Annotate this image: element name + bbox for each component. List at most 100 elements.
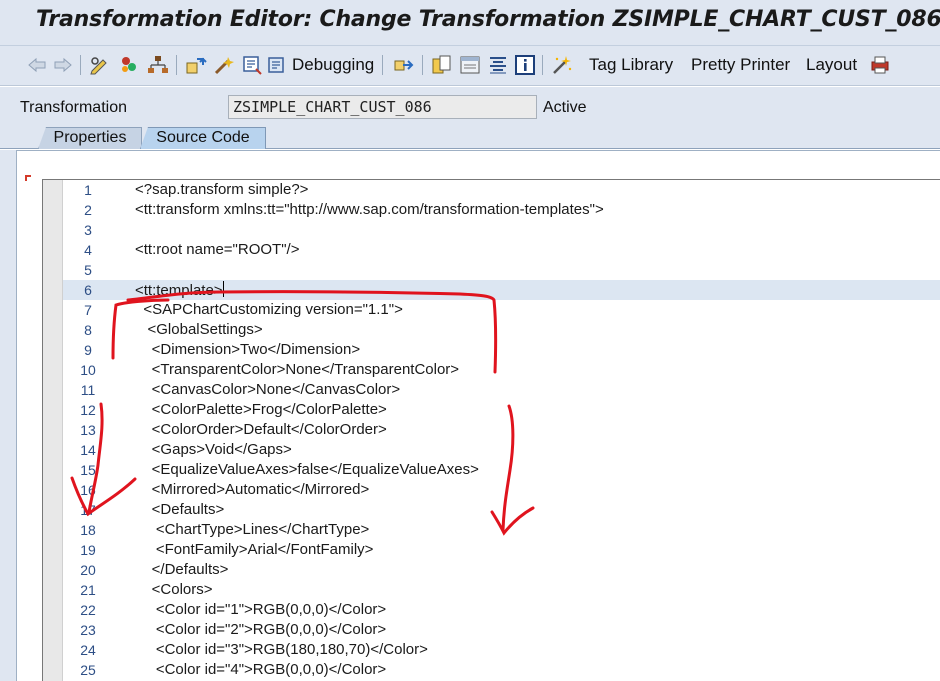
line-number: 9 xyxy=(84,342,92,358)
debugging-icon[interactable] xyxy=(266,53,288,77)
window-title: Transformation Editor: Change Transforma… xyxy=(36,7,940,32)
code-line[interactable]: 25 <Color id="4">RGB(0,0,0)</Color> xyxy=(63,660,940,680)
code-text[interactable]: <Defaults> xyxy=(135,501,225,518)
editor-frame: 1 <?sap.transform simple?> 2 <tt:transform … xyxy=(16,150,940,681)
copy-icon[interactable] xyxy=(430,53,454,77)
code-text[interactable]: <tt:root name="ROOT"/> xyxy=(135,241,299,258)
line-number: 1 xyxy=(84,182,92,198)
code-text[interactable]: <ChartType>Lines</ChartType> xyxy=(135,521,369,538)
code-line[interactable]: 21 <Colors> xyxy=(63,580,940,600)
line-number: 13 xyxy=(80,422,96,438)
check-icon[interactable] xyxy=(212,53,236,77)
display-change-icon[interactable] xyxy=(88,53,112,77)
code-line[interactable]: 19 <FontFamily>Arial</FontFamily> xyxy=(63,540,940,560)
code-line[interactable]: 14 <Gaps>Void</Gaps> xyxy=(63,440,940,460)
code-line[interactable]: 11 <CanvasColor>None</CanvasColor> xyxy=(63,380,940,400)
line-number: 10 xyxy=(80,362,96,378)
activate-icon[interactable] xyxy=(117,53,141,77)
code-text[interactable]: <tt:template> xyxy=(135,281,224,299)
code-line[interactable]: 18 <ChartType>Lines</ChartType> xyxy=(63,520,940,540)
line-number: 15 xyxy=(80,462,96,478)
toolbar-separator xyxy=(382,55,383,75)
code-line[interactable]: 12 <ColorPalette>Frog</ColorPalette> xyxy=(63,400,940,420)
attribute-row: Transformation ZSIMPLE_CHART_CUST_086 Ac… xyxy=(0,87,940,127)
code-text[interactable]: <GlobalSettings> xyxy=(135,321,263,338)
code-line[interactable]: 5 xyxy=(63,260,940,280)
line-number: 3 xyxy=(84,222,92,238)
code-line[interactable]: 6 <tt:template> xyxy=(63,280,940,300)
code-lines: 1 <?sap.transform simple?> 2 <tt:transform … xyxy=(63,180,940,680)
code-text[interactable]: <TransparentColor>None</TransparentColor… xyxy=(135,361,459,378)
line-number: 22 xyxy=(80,602,96,618)
code-text[interactable]: <ColorPalette>Frog</ColorPalette> xyxy=(135,401,387,418)
forward-icon[interactable] xyxy=(52,53,74,77)
code-line[interactable]: 8 <GlobalSettings> xyxy=(63,320,940,340)
code-text[interactable]: </Defaults> xyxy=(135,561,229,578)
code-text[interactable]: <ColorOrder>Default</ColorOrder> xyxy=(135,421,387,438)
code-text[interactable]: <Dimension>Two</Dimension> xyxy=(135,341,360,358)
tab-source-code[interactable]: Source Code xyxy=(140,127,266,149)
code-text[interactable]: <Color id="2">RGB(0,0,0)</Color> xyxy=(135,621,386,638)
code-text[interactable]: <FontFamily>Arial</FontFamily> xyxy=(135,541,374,558)
code-line[interactable]: 15 <EqualizeValueAxes>false</EqualizeVal… xyxy=(63,460,940,480)
transformation-label: Transformation xyxy=(20,99,127,116)
code-text[interactable]: <Color id="3">RGB(180,180,70)</Color> xyxy=(135,641,428,658)
wizard-icon[interactable] xyxy=(550,53,574,77)
line-number: 19 xyxy=(80,542,96,558)
align-icon[interactable] xyxy=(486,53,510,77)
pattern-icon[interactable] xyxy=(458,53,482,77)
code-line[interactable]: 7 <SAPChartCustomizing version="1.1"> xyxy=(63,300,940,320)
code-text[interactable]: <Color id="1">RGB(0,0,0)</Color> xyxy=(135,601,386,618)
work-area: 1 <?sap.transform simple?> 2 <tt:transform … xyxy=(0,150,940,681)
line-number: 17 xyxy=(80,502,96,518)
resize-corner-marker xyxy=(25,175,31,181)
line-number: 12 xyxy=(80,402,96,418)
code-line[interactable]: 22 <Color id="1">RGB(0,0,0)</Color> xyxy=(63,600,940,620)
where-used-icon[interactable] xyxy=(184,53,208,77)
line-number: 23 xyxy=(80,622,96,638)
code-line[interactable]: 2 <tt:transform xmlns:tt="http://www.sap.… xyxy=(63,200,940,220)
code-line[interactable]: 10 <TransparentColor>None</TransparentCo… xyxy=(63,360,940,380)
print-icon[interactable] xyxy=(868,53,892,77)
info-icon[interactable] xyxy=(514,53,536,77)
code-line[interactable]: 1 <?sap.transform simple?> xyxy=(63,180,940,200)
code-line[interactable]: 4 <tt:root name="ROOT"/> xyxy=(63,240,940,260)
code-text[interactable]: <tt:transform xmlns:tt="http://www.sap.c… xyxy=(135,201,604,218)
code-line[interactable]: 23 <Color id="2">RGB(0,0,0)</Color> xyxy=(63,620,940,640)
code-line[interactable]: 9 <Dimension>Two</Dimension> xyxy=(63,340,940,360)
line-number: 7 xyxy=(84,302,92,318)
code-line[interactable]: 24 <Color id="3">RGB(180,180,70)</Color> xyxy=(63,640,940,660)
object-list-icon[interactable] xyxy=(146,53,170,77)
toolbar-separator xyxy=(542,55,543,75)
test-icon[interactable] xyxy=(240,53,264,77)
pretty-printer-button[interactable]: Pretty Printer xyxy=(691,55,790,75)
code-text[interactable]: <Colors> xyxy=(135,581,213,598)
navigate-icon[interactable] xyxy=(392,53,416,77)
transformation-name-field[interactable]: ZSIMPLE_CHART_CUST_086 xyxy=(228,95,537,119)
code-line[interactable]: 17 <Defaults> xyxy=(63,500,940,520)
code-text[interactable]: <SAPChartCustomizing version="1.1"> xyxy=(135,301,403,318)
code-text[interactable]: <Gaps>Void</Gaps> xyxy=(135,441,292,458)
toolbar-separator xyxy=(422,55,423,75)
tab-properties[interactable]: Properties xyxy=(38,127,142,149)
line-number: 11 xyxy=(80,382,96,398)
code-line[interactable]: 20 </Defaults> xyxy=(63,560,940,580)
code-line[interactable]: 13 <ColorOrder>Default</ColorOrder> xyxy=(63,420,940,440)
code-text[interactable]: <EqualizeValueAxes>false</EqualizeValueA… xyxy=(135,461,479,478)
status-text: Active xyxy=(543,99,587,116)
toolbar-separator xyxy=(80,55,81,75)
code-text[interactable]: <CanvasColor>None</CanvasColor> xyxy=(135,381,401,398)
code-text[interactable]: <Color id="4">RGB(0,0,0)</Color> xyxy=(135,661,386,678)
layout-button[interactable]: Layout xyxy=(806,55,857,75)
line-number: 6 xyxy=(84,282,92,298)
source-code-editor[interactable]: 1 <?sap.transform simple?> 2 <tt:transform … xyxy=(42,179,940,681)
debugging-button[interactable]: Debugging xyxy=(292,55,374,75)
line-number: 24 xyxy=(80,642,96,658)
code-text[interactable]: <?sap.transform simple?> xyxy=(135,181,308,198)
line-number: 8 xyxy=(84,322,92,338)
code-line[interactable]: 3 xyxy=(63,220,940,240)
code-text[interactable]: <Mirrored>Automatic</Mirrored> xyxy=(135,481,370,498)
tag-library-button[interactable]: Tag Library xyxy=(589,55,673,75)
back-icon[interactable] xyxy=(26,53,48,77)
code-line[interactable]: 16 <Mirrored>Automatic</Mirrored> xyxy=(63,480,940,500)
